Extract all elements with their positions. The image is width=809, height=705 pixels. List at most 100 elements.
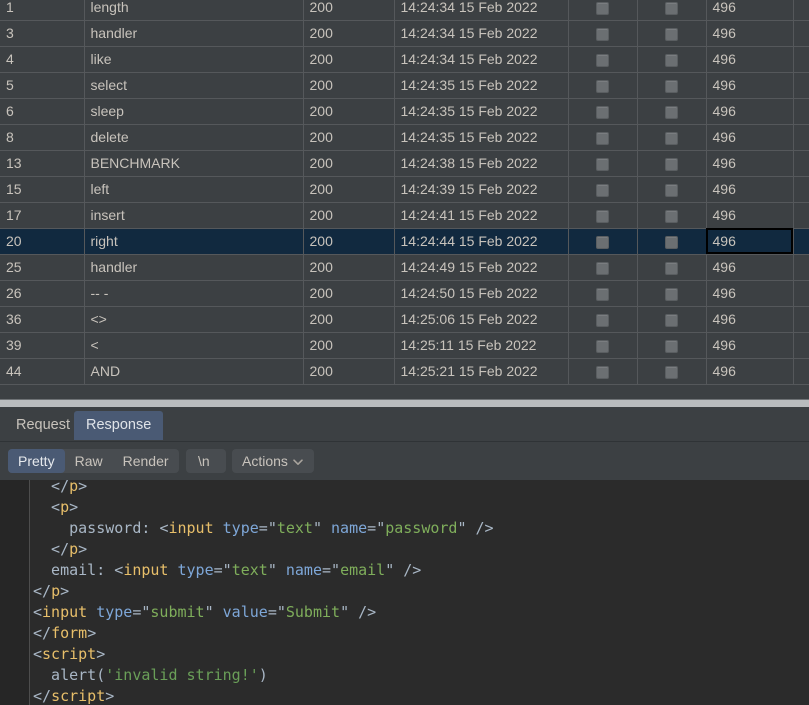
cell-error[interactable] (568, 202, 638, 229)
table-row[interactable]: 25 handler 200 14:24:49 15 Feb 2022 496 (0, 254, 809, 281)
cell-spacer[interactable] (793, 124, 809, 151)
error-checkbox[interactable] (596, 313, 609, 327)
cell-spacer[interactable] (793, 20, 809, 47)
cell-status[interactable]: 200 (303, 98, 395, 125)
table-row[interactable]: 8 delete 200 14:24:35 15 Feb 2022 496 (0, 124, 809, 151)
cell-length[interactable]: 496 (706, 202, 794, 229)
timeout-checkbox[interactable] (665, 53, 678, 67)
cell-timestamp[interactable]: 14:24:49 15 Feb 2022 (394, 254, 569, 281)
cell-timeout[interactable] (637, 228, 707, 255)
cell-status[interactable]: 200 (303, 254, 395, 281)
cell-status[interactable]: 200 (303, 358, 395, 385)
cell-error[interactable] (568, 332, 638, 359)
cell-number[interactable]: 39 (0, 332, 85, 359)
cell-payload[interactable]: AND (84, 358, 304, 385)
cell-length[interactable]: 496 (706, 332, 794, 359)
cell-status[interactable]: 200 (303, 0, 395, 21)
cell-error[interactable] (568, 228, 638, 255)
table-row[interactable]: 3 handler 200 14:24:34 15 Feb 2022 496 (0, 20, 809, 47)
error-checkbox[interactable] (596, 339, 609, 353)
cell-timestamp[interactable]: 14:24:35 15 Feb 2022 (394, 98, 569, 125)
cell-error[interactable] (568, 150, 638, 177)
cell-status[interactable]: 200 (303, 176, 395, 203)
table-row[interactable]: 1 length 200 14:24:34 15 Feb 2022 496 (0, 0, 809, 21)
cell-timestamp[interactable]: 14:25:11 15 Feb 2022 (394, 332, 569, 359)
cell-number[interactable]: 15 (0, 176, 85, 203)
cell-payload[interactable]: handler (84, 254, 304, 281)
cell-number[interactable]: 44 (0, 358, 85, 385)
cell-length[interactable]: 496 (706, 150, 794, 177)
error-checkbox[interactable] (596, 1, 609, 15)
cell-error[interactable] (568, 306, 638, 333)
cell-payload[interactable]: insert (84, 202, 304, 229)
intruder-results-table[interactable]: 1 length 200 14:24:34 15 Feb 2022 496 3 handle… (0, 0, 809, 385)
error-checkbox[interactable] (596, 261, 609, 275)
cell-spacer[interactable] (793, 228, 809, 255)
cell-error[interactable] (568, 358, 638, 385)
cell-timeout[interactable] (637, 254, 707, 281)
cell-timeout[interactable] (637, 98, 707, 125)
cell-number[interactable]: 13 (0, 150, 85, 177)
cell-number[interactable]: 4 (0, 46, 85, 73)
error-checkbox[interactable] (596, 183, 609, 197)
timeout-checkbox[interactable] (665, 183, 678, 197)
timeout-checkbox[interactable] (665, 105, 678, 119)
cell-payload[interactable]: -- - (84, 280, 304, 307)
timeout-checkbox[interactable] (665, 131, 678, 145)
cell-length[interactable]: 496 (706, 254, 794, 281)
cell-timestamp[interactable]: 14:24:41 15 Feb 2022 (394, 202, 569, 229)
cell-number[interactable]: 36 (0, 306, 85, 333)
error-checkbox[interactable] (596, 209, 609, 223)
cell-timeout[interactable] (637, 202, 707, 229)
cell-timeout[interactable] (637, 20, 707, 47)
cell-payload[interactable]: BENCHMARK (84, 150, 304, 177)
error-checkbox[interactable] (596, 235, 609, 249)
cell-length[interactable]: 496 (706, 72, 794, 99)
cell-spacer[interactable] (793, 332, 809, 359)
cell-length[interactable]: 496 (706, 46, 794, 73)
cell-payload[interactable]: delete (84, 124, 304, 151)
cell-timestamp[interactable]: 14:24:39 15 Feb 2022 (394, 176, 569, 203)
cell-payload[interactable]: right (84, 228, 304, 255)
cell-timestamp[interactable]: 14:24:35 15 Feb 2022 (394, 124, 569, 151)
cell-number[interactable]: 1 (0, 0, 85, 21)
cell-payload[interactable]: < (84, 332, 304, 359)
cell-spacer[interactable] (793, 280, 809, 307)
cell-timeout[interactable] (637, 280, 707, 307)
cell-length[interactable]: 496 (706, 0, 794, 21)
cell-status[interactable]: 200 (303, 306, 395, 333)
cell-error[interactable] (568, 0, 638, 21)
cell-length[interactable]: 496 (706, 124, 794, 151)
cell-timestamp[interactable]: 14:25:06 15 Feb 2022 (394, 306, 569, 333)
timeout-checkbox[interactable] (665, 157, 678, 171)
cell-spacer[interactable] (793, 150, 809, 177)
cell-error[interactable] (568, 46, 638, 73)
cell-payload[interactable]: handler (84, 20, 304, 47)
cell-error[interactable] (568, 20, 638, 47)
cell-length[interactable]: 496 (706, 20, 794, 47)
cell-spacer[interactable] (793, 72, 809, 99)
timeout-checkbox[interactable] (665, 261, 678, 275)
timeout-checkbox[interactable] (665, 365, 678, 379)
raw-button[interactable]: Raw (65, 449, 113, 473)
cell-timeout[interactable] (637, 176, 707, 203)
cell-status[interactable]: 200 (303, 150, 395, 177)
cell-payload[interactable]: select (84, 72, 304, 99)
timeout-checkbox[interactable] (665, 313, 678, 327)
cell-status[interactable]: 200 (303, 20, 395, 47)
table-row[interactable]: 6 sleep 200 14:24:35 15 Feb 2022 496 (0, 98, 809, 125)
table-row[interactable]: 15 left 200 14:24:39 15 Feb 2022 496 (0, 176, 809, 203)
actions-button[interactable]: Actions (232, 449, 314, 473)
error-checkbox[interactable] (596, 365, 609, 379)
cell-length[interactable]: 496 (706, 98, 794, 125)
cell-number[interactable]: 20 (0, 228, 85, 255)
cell-number[interactable]: 5 (0, 72, 85, 99)
cell-error[interactable] (568, 280, 638, 307)
cell-timestamp[interactable]: 14:25:21 15 Feb 2022 (394, 358, 569, 385)
cell-timestamp[interactable]: 14:24:34 15 Feb 2022 (394, 20, 569, 47)
tab-response[interactable]: Response (74, 411, 164, 440)
cell-status[interactable]: 200 (303, 280, 395, 307)
cell-timestamp[interactable]: 14:24:44 15 Feb 2022 (394, 228, 569, 255)
render-button[interactable]: Render (113, 449, 179, 473)
tab-request[interactable]: Request (4, 411, 83, 440)
